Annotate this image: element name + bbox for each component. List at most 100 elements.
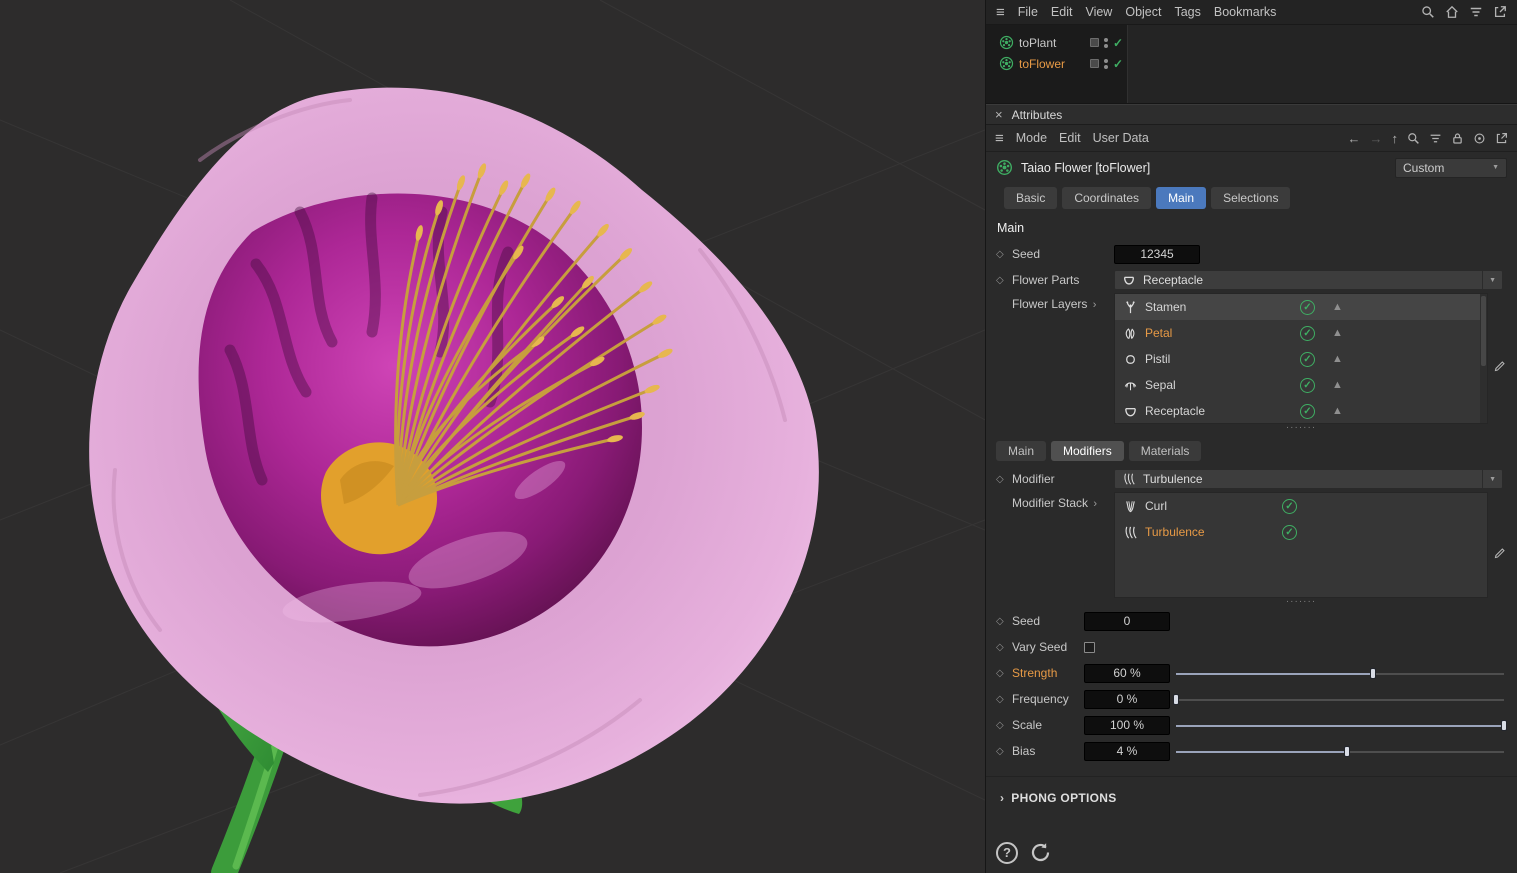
- state-triangle-icon[interactable]: ▲: [1332, 379, 1343, 391]
- strength-input[interactable]: 60 %: [1084, 664, 1170, 683]
- search-icon[interactable]: [1407, 132, 1420, 145]
- external-window-icon[interactable]: [1495, 132, 1508, 145]
- slider-handle[interactable]: [1344, 746, 1350, 757]
- menu-hamburger-icon[interactable]: ≡: [995, 131, 1004, 146]
- refresh-icon[interactable]: [1029, 841, 1052, 864]
- layer-row-stamen[interactable]: Stamen ✓ ▲: [1115, 294, 1487, 320]
- layer-row-receptacle[interactable]: Receptacle ✓ ▲: [1115, 398, 1487, 424]
- key-diamond-icon[interactable]: ◇: [996, 720, 1012, 731]
- menu-view[interactable]: View: [1085, 5, 1112, 19]
- menu-edit[interactable]: Edit: [1059, 131, 1081, 145]
- state-triangle-icon[interactable]: ▲: [1332, 301, 1343, 313]
- state-triangle-icon[interactable]: ▲: [1332, 327, 1343, 339]
- object-name[interactable]: toPlant: [1019, 36, 1085, 50]
- bias-slider[interactable]: [1176, 745, 1504, 758]
- layer-row-petal[interactable]: Petal ✓ ▲: [1115, 320, 1487, 346]
- edit-pencil-icon[interactable]: [1493, 299, 1506, 434]
- key-diamond-icon[interactable]: ◇: [996, 249, 1012, 260]
- filter-icon[interactable]: [1469, 5, 1483, 19]
- modifier-stack-list[interactable]: Curl ✓ Turbulence ✓: [1114, 492, 1488, 598]
- visibility-dots[interactable]: [1104, 59, 1108, 69]
- layer-row-pistil[interactable]: Pistil ✓ ▲: [1115, 346, 1487, 372]
- slider-handle[interactable]: [1501, 720, 1507, 731]
- menu-object[interactable]: Object: [1125, 5, 1161, 19]
- enabled-check-icon[interactable]: ✓: [1300, 378, 1315, 393]
- tab-selections[interactable]: Selections: [1211, 187, 1290, 209]
- key-diamond-icon[interactable]: ◇: [996, 616, 1012, 627]
- mod-seed-input[interactable]: 0: [1084, 612, 1170, 631]
- 3d-viewport[interactable]: [0, 0, 985, 873]
- home-icon[interactable]: [1445, 5, 1459, 19]
- object-enabled-check-icon[interactable]: ✓: [1113, 36, 1123, 50]
- layer-name[interactable]: Stamen: [1145, 300, 1293, 314]
- object-enabled-check-icon[interactable]: ✓: [1113, 57, 1123, 71]
- search-icon[interactable]: [1421, 5, 1435, 19]
- layer-chip[interactable]: [1090, 38, 1099, 47]
- list-resize-handle[interactable]: ·······: [1114, 598, 1488, 608]
- frequency-slider[interactable]: [1176, 693, 1504, 706]
- state-triangle-icon[interactable]: ▲: [1332, 405, 1343, 417]
- stack-item-name[interactable]: Curl: [1145, 499, 1275, 513]
- enabled-check-icon[interactable]: ✓: [1282, 525, 1297, 540]
- tab-main-sub[interactable]: Main: [996, 441, 1046, 461]
- key-diamond-icon[interactable]: ◇: [996, 694, 1012, 705]
- vary-seed-checkbox[interactable]: [1084, 642, 1095, 653]
- edit-pencil-icon[interactable]: [1493, 498, 1506, 608]
- menu-user-data[interactable]: User Data: [1093, 131, 1149, 145]
- tab-main[interactable]: Main: [1156, 187, 1206, 209]
- frequency-input[interactable]: 0 %: [1084, 690, 1170, 709]
- stack-item-name[interactable]: Turbulence: [1145, 525, 1275, 539]
- modifier-dropdown[interactable]: Turbulence ▼: [1114, 469, 1503, 489]
- layer-chip[interactable]: [1090, 59, 1099, 68]
- stack-row-curl[interactable]: Curl ✓: [1115, 493, 1487, 519]
- scale-input[interactable]: 100 %: [1084, 716, 1170, 735]
- list-resize-handle[interactable]: ·······: [1114, 424, 1488, 434]
- layer-name[interactable]: Pistil: [1145, 352, 1293, 366]
- visibility-dots[interactable]: [1104, 38, 1108, 48]
- object-row-toplant[interactable]: toPlant ✓: [986, 32, 1127, 53]
- state-triangle-icon[interactable]: ▲: [1332, 353, 1343, 365]
- key-diamond-icon[interactable]: ◇: [996, 642, 1012, 653]
- layer-row-sepal[interactable]: Sepal ✓ ▲: [1115, 372, 1487, 398]
- enabled-check-icon[interactable]: ✓: [1300, 300, 1315, 315]
- modifier-stack-label[interactable]: Modifier Stack ›: [1012, 496, 1097, 510]
- close-icon[interactable]: ×: [995, 107, 1003, 122]
- tab-basic[interactable]: Basic: [1004, 187, 1057, 209]
- slider-handle[interactable]: [1173, 694, 1179, 705]
- layer-name[interactable]: Sepal: [1145, 378, 1293, 392]
- enabled-check-icon[interactable]: ✓: [1282, 499, 1297, 514]
- tab-coordinates[interactable]: Coordinates: [1062, 187, 1151, 209]
- parent-up-icon[interactable]: ↑: [1392, 131, 1399, 146]
- menu-file[interactable]: File: [1018, 5, 1038, 19]
- menu-hamburger-icon[interactable]: ≡: [996, 5, 1005, 20]
- help-icon[interactable]: ?: [996, 842, 1018, 864]
- history-forward-icon[interactable]: →: [1370, 131, 1383, 146]
- seed-input[interactable]: 12345: [1114, 245, 1200, 264]
- tab-modifiers[interactable]: Modifiers: [1051, 441, 1124, 461]
- key-diamond-icon[interactable]: ◇: [996, 275, 1012, 286]
- lock-icon[interactable]: [1451, 132, 1464, 145]
- flower-parts-dropdown[interactable]: Receptacle ▼: [1114, 270, 1503, 290]
- menu-bookmarks[interactable]: Bookmarks: [1214, 5, 1277, 19]
- tab-materials[interactable]: Materials: [1129, 441, 1202, 461]
- bias-input[interactable]: 4 %: [1084, 742, 1170, 761]
- slider-handle[interactable]: [1370, 668, 1376, 679]
- scale-slider[interactable]: [1176, 719, 1504, 732]
- object-name[interactable]: toFlower: [1019, 57, 1085, 71]
- flower-layers-list[interactable]: Stamen ✓ ▲ Petal ✓ ▲ Pistil ✓ ▲: [1114, 293, 1488, 424]
- enabled-check-icon[interactable]: ✓: [1300, 326, 1315, 341]
- menu-tags[interactable]: Tags: [1174, 5, 1200, 19]
- menu-mode[interactable]: Mode: [1016, 131, 1047, 145]
- strength-slider[interactable]: [1176, 667, 1504, 680]
- key-diamond-icon[interactable]: ◇: [996, 746, 1012, 757]
- filter-icon[interactable]: [1429, 132, 1442, 145]
- layer-name[interactable]: Petal: [1145, 326, 1293, 340]
- target-icon[interactable]: [1473, 132, 1486, 145]
- object-row-toflower[interactable]: toFlower ✓: [986, 53, 1127, 74]
- history-back-icon[interactable]: ←: [1348, 131, 1361, 146]
- layer-name[interactable]: Receptacle: [1145, 404, 1293, 418]
- external-window-icon[interactable]: [1493, 5, 1507, 19]
- key-diamond-icon[interactable]: ◇: [996, 474, 1012, 485]
- enabled-check-icon[interactable]: ✓: [1300, 404, 1315, 419]
- list-scrollbar[interactable]: [1480, 294, 1487, 423]
